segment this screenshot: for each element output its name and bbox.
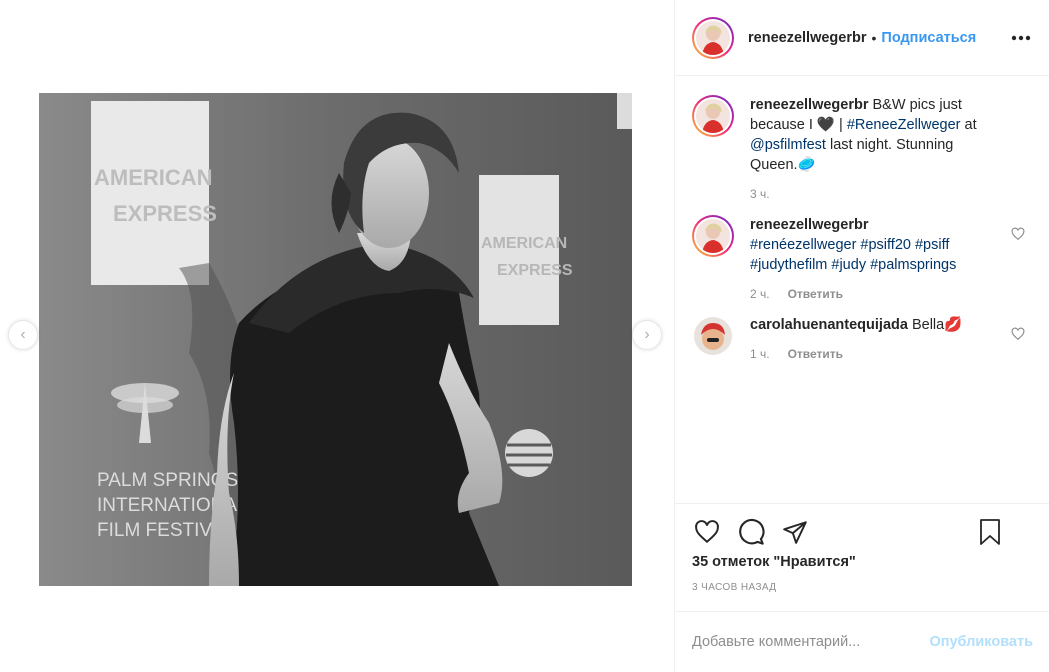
comment-username[interactable]: carolahuenantequijada xyxy=(750,317,908,333)
black-heart-emoji: 🖤 xyxy=(816,117,835,133)
follow-button[interactable]: Подписаться xyxy=(881,30,976,46)
caption-text-part: | xyxy=(839,117,843,133)
like-comment-heart-icon[interactable] xyxy=(1011,227,1025,241)
post-header: reneezellwegerbr • Подписаться xyxy=(675,0,1049,76)
post-photo[interactable]: AMERICAN EXPRESS AMERICAN EXPRESS PALM S… xyxy=(39,93,632,586)
caption-text: reneezellwegerbr B&W pics just because I… xyxy=(750,95,1002,175)
lips-emoji: 💋 xyxy=(944,317,963,333)
media-panel: AMERICAN EXPRESS AMERICAN EXPRESS PALM S… xyxy=(0,0,674,672)
avatar-photo-icon xyxy=(696,219,730,253)
mention-link[interactable]: @psfilmfest xyxy=(750,137,826,153)
chevron-right-icon: › xyxy=(644,326,650,343)
caption: reneezellwegerbr B&W pics just because I… xyxy=(692,95,1033,201)
avatar[interactable] xyxy=(694,317,732,355)
separator-dot: • xyxy=(871,29,877,46)
caption-text-part: at xyxy=(964,117,977,133)
action-icons xyxy=(692,504,1033,560)
avatar-photo-icon xyxy=(696,99,730,133)
avatar[interactable] xyxy=(692,16,734,59)
comment-meta: 1 ч. Ответить xyxy=(750,347,1002,361)
hashtag-links[interactable]: #renéezellweger #psiff20 #psiff #judythe… xyxy=(750,237,956,273)
like-heart-icon[interactable] xyxy=(692,517,722,547)
comment-text: carolahuenantequijada Bella💋 xyxy=(750,315,1002,335)
comment-body: Bella xyxy=(911,317,945,333)
hashtag-link[interactable]: #ReneeZellweger xyxy=(847,117,961,133)
comment-item: reneezellwegerbr #renéezellweger #psiff2… xyxy=(692,215,1033,301)
chevron-left-icon: ‹ xyxy=(20,326,26,343)
comment-bubble-icon[interactable] xyxy=(736,517,766,547)
save-bookmark-icon[interactable] xyxy=(975,517,1005,547)
svg-text:EXPRESS: EXPRESS xyxy=(497,262,573,279)
avatar[interactable] xyxy=(692,95,734,137)
avatar-photo-icon xyxy=(694,317,732,355)
previous-photo-button[interactable]: ‹ xyxy=(8,320,38,350)
caption-time[interactable]: 3 ч. xyxy=(750,187,770,201)
comment-item: carolahuenantequijada Bella💋 1 ч. Ответи… xyxy=(692,315,1033,361)
caption-username[interactable]: reneezellwegerbr xyxy=(750,97,868,113)
avatar[interactable] xyxy=(692,215,734,257)
post-actions: 35 отметок "Нравится" 3 часов назад xyxy=(675,503,1049,593)
post-timestamp: 3 часов назад xyxy=(692,582,777,593)
svg-text:AMERICAN: AMERICAN xyxy=(94,165,213,190)
svg-text:EXPRESS: EXPRESS xyxy=(113,201,217,226)
like-comment-heart-icon[interactable] xyxy=(1011,327,1025,341)
comment-meta: 2 ч. Ответить xyxy=(750,287,1002,301)
more-options-icon[interactable] xyxy=(1011,28,1031,48)
comments-list: reneezellwegerbr B&W pics just because I… xyxy=(675,77,1049,503)
publish-button[interactable]: Опубликовать xyxy=(929,634,1033,650)
svg-text:AMERICAN: AMERICAN xyxy=(481,235,567,252)
reply-button[interactable]: Ответить xyxy=(788,287,843,301)
share-paper-plane-icon[interactable] xyxy=(780,517,810,547)
comment-username[interactable]: reneezellwegerbr xyxy=(750,217,868,233)
avatar-photo-icon xyxy=(696,20,730,55)
reply-button[interactable]: Ответить xyxy=(788,347,843,361)
caption-meta: 3 ч. xyxy=(750,187,1002,201)
comment-time[interactable]: 1 ч. xyxy=(750,347,770,361)
comment-text: reneezellwegerbr #renéezellweger #psiff2… xyxy=(750,215,1002,275)
post-sidebar: reneezellwegerbr • Подписаться reneezell… xyxy=(674,0,1049,672)
emoji: 🥏 xyxy=(797,157,816,173)
next-photo-button[interactable]: › xyxy=(632,320,662,350)
comment-time[interactable]: 2 ч. xyxy=(750,287,770,301)
add-comment-bar: Добавьте комментарий... Опубликовать xyxy=(675,611,1049,672)
comment-input[interactable]: Добавьте комментарий... xyxy=(692,634,929,650)
header-username[interactable]: reneezellwegerbr xyxy=(748,30,866,46)
